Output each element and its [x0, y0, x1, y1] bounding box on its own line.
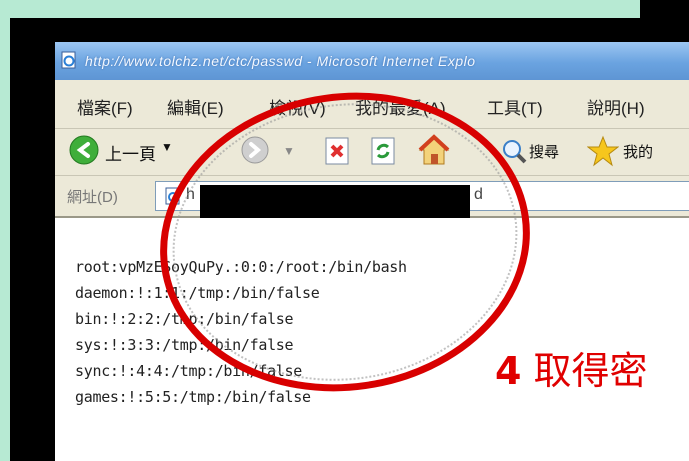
slide-background-left [0, 0, 10, 461]
caption-text: 取得密 [533, 349, 648, 393]
forward-dropdown-icon[interactable]: ▼ [283, 144, 295, 158]
file-line: sync:!:4:4:/tmp:/bin/false [75, 362, 303, 380]
address-value-start: h [186, 186, 195, 203]
back-dropdown-icon[interactable]: ▼ [161, 140, 173, 154]
file-line: sys:!:3:3:/tmp:/bin/false [75, 336, 294, 354]
address-bar: 網址(D) h d [55, 176, 689, 219]
refresh-button[interactable] [371, 137, 397, 170]
address-value-end: d [474, 186, 483, 203]
redaction-box [200, 185, 470, 219]
stop-button[interactable] [325, 137, 351, 170]
file-line: root:vpMzESoyQuPy.:0:0:/root:/bin/bash [75, 258, 407, 276]
file-line: games:!:5:5:/tmp:/bin/false [75, 388, 311, 406]
slide-black-frame [10, 18, 689, 40]
standard-toolbar: 上一頁 ▼ ▼ 搜尋 我的 [55, 129, 689, 176]
page-icon [165, 187, 180, 205]
menu-tools[interactable]: 工具(T) [487, 94, 543, 119]
window-titlebar[interactable]: http://www.tolchz.net/ctc/passwd - Micro… [55, 42, 689, 80]
forward-arrow-icon [241, 136, 269, 164]
favorites-label[interactable]: 我的 [623, 141, 653, 162]
search-label[interactable]: 搜尋 [529, 141, 559, 162]
search-icon [503, 140, 527, 164]
menu-edit[interactable]: 編輯(E) [167, 94, 224, 119]
home-button[interactable] [417, 133, 451, 172]
stop-icon [325, 137, 349, 165]
menu-view[interactable]: 檢視(V) [269, 94, 326, 119]
slide-black-corner [640, 0, 689, 28]
menu-file[interactable]: 檔案(F) [77, 94, 133, 119]
browser-window: http://www.tolchz.net/ctc/passwd - Micro… [55, 42, 689, 461]
forward-button[interactable] [241, 136, 269, 169]
ie-page-icon [61, 51, 76, 69]
refresh-icon [371, 137, 395, 165]
favorites-button[interactable] [586, 135, 620, 172]
back-label[interactable]: 上一頁 [105, 140, 156, 165]
back-arrow-icon [69, 135, 99, 165]
home-icon [418, 134, 450, 165]
window-title: http://www.tolchz.net/ctc/passwd - Micro… [85, 53, 476, 69]
caption-number: 4 [495, 349, 522, 393]
file-line: daemon:!:1:1:/tmp:/bin/false [75, 284, 320, 302]
favorites-star-icon [586, 135, 620, 167]
search-button[interactable] [501, 138, 527, 169]
address-label: 網址(D) [67, 189, 118, 206]
menu-bar: 檔案(F) 編輯(E) 檢視(V) 我的最愛(A) 工具(T) 說明(H) [55, 80, 689, 129]
menu-favorites[interactable]: 我的最愛(A) [355, 94, 446, 119]
slide-caption: 4 取得密 [495, 340, 648, 395]
menu-help[interactable]: 說明(H) [587, 94, 645, 119]
file-line: bin:!:2:2:/tmp:/bin/false [75, 310, 294, 328]
back-button[interactable] [69, 135, 99, 170]
